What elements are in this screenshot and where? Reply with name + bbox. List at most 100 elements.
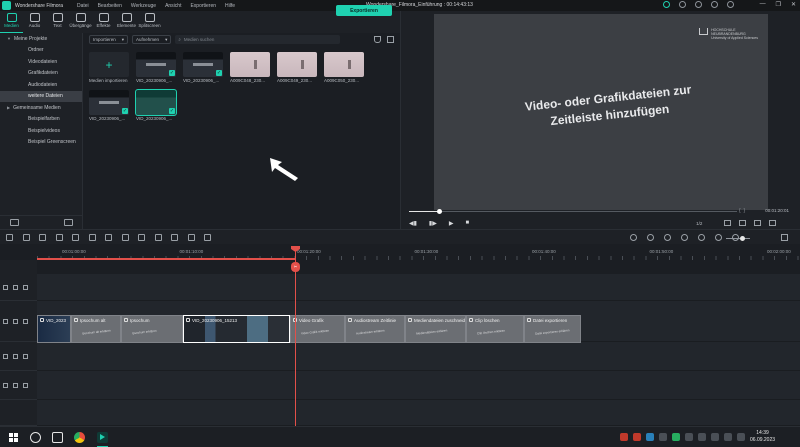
redo-icon[interactable] <box>22 233 30 241</box>
microphone-icon[interactable] <box>681 234 688 241</box>
tab-text[interactable]: Text <box>46 11 69 33</box>
chrome-icon[interactable] <box>74 432 85 443</box>
marker-icon[interactable] <box>647 234 654 241</box>
media-thumbnail[interactable]: ✓ VID_20230906_... <box>89 90 129 122</box>
snap-icon[interactable] <box>715 234 722 241</box>
account-icon[interactable] <box>727 1 734 8</box>
tray-app-icon[interactable] <box>620 433 628 441</box>
menu-item[interactable]: Datei <box>77 3 89 9</box>
caret-down-icon[interactable]: ▼ <box>7 36 11 41</box>
search-icon[interactable] <box>30 432 41 443</box>
record-dropdown[interactable]: Aufnehmen ▾ <box>132 35 172 44</box>
folder-icon[interactable] <box>64 219 73 226</box>
mark-in-out-icon[interactable]: { } <box>739 208 745 214</box>
media-thumbnail[interactable]: ✓ VID_20230906_... <box>135 89 177 122</box>
sidebar-item[interactable]: Ordner <box>0 45 82 57</box>
sidebar-item[interactable]: Beispiel Greenscreen <box>0 137 82 149</box>
menu-item[interactable]: Bearbeiten <box>98 3 122 9</box>
filmora-taskbar-icon[interactable] <box>97 432 108 443</box>
import-media-tile[interactable]: + Medien importieren <box>89 52 129 84</box>
monitor-icon[interactable] <box>724 220 732 226</box>
media-thumbnail[interactable]: A009C050_230... <box>324 52 364 84</box>
media-thumbnail[interactable]: ✓ VID_20230906_... <box>183 52 223 84</box>
timeline-clip[interactable]: Video Grafik Video Grafik erklären <box>290 315 345 343</box>
tray-app-icon[interactable] <box>633 433 641 441</box>
tools-icon[interactable] <box>204 233 211 241</box>
sidebar-item[interactable]: Beispielvideos <box>0 125 82 137</box>
timeline-zoom-slider[interactable] <box>726 236 750 241</box>
track-lane[interactable] <box>37 400 800 426</box>
menu-item[interactable]: Werkzeuge <box>131 3 156 9</box>
lock-icon[interactable] <box>13 318 18 324</box>
menu-item[interactable]: Ansicht <box>165 3 181 9</box>
caret-right-icon[interactable]: ▶ <box>7 105 10 110</box>
notification-icon[interactable] <box>695 1 702 8</box>
volume-icon[interactable] <box>754 220 762 226</box>
eye-icon[interactable] <box>23 284 28 290</box>
lock-icon[interactable] <box>13 382 18 388</box>
zoom-fit-icon[interactable] <box>154 233 162 241</box>
track-lane[interactable] <box>37 274 800 301</box>
tab-effekte[interactable]: Effekte <box>92 11 115 33</box>
headset-icon[interactable] <box>663 1 670 8</box>
timeline-clip[interactable]: Clip löschen Clip löschen erklären <box>466 315 524 343</box>
timeline-clip[interactable]: Datei exportieren Datei exportieren erklä… <box>524 315 581 343</box>
timeline-clip[interactable]: Mediendateien zuschneiden Mediendateien e… <box>405 315 466 343</box>
taskbar-clock[interactable]: 14:39 06.09.2023 <box>750 430 775 444</box>
filter-icon[interactable] <box>374 36 381 43</box>
track-lane[interactable] <box>37 371 800 400</box>
tab-übergänge[interactable]: Übergänge <box>69 11 92 33</box>
task-view-icon[interactable] <box>52 432 63 443</box>
video-track-icon[interactable] <box>3 318 8 324</box>
time-ruler[interactable]: 00:01:00:00 00:01:10:00 00:01:20:00 00:01:3… <box>0 244 800 260</box>
volume-icon[interactable] <box>724 433 732 441</box>
sidebar-item[interactable]: weitere Dateien <box>0 90 82 102</box>
cloud-upload-icon[interactable] <box>711 1 718 8</box>
stop-icon[interactable]: ■ <box>465 220 469 226</box>
timeline-layout-icon[interactable] <box>781 234 788 241</box>
audio-track-icon[interactable] <box>3 382 8 388</box>
timeline-clip[interactable]: Ipsochum alt Ipsochum alt erklären <box>71 315 121 343</box>
video-track-icon[interactable] <box>3 284 8 290</box>
sidebar-item[interactable]: ▶ Gemeinsame Medien <box>0 102 82 114</box>
speaker-icon[interactable] <box>23 353 28 359</box>
render-icon[interactable] <box>630 234 637 241</box>
speaker-icon[interactable] <box>23 382 28 388</box>
media-search-input[interactable]: ⌕ Medien suchen <box>175 35 341 44</box>
tray-app-icon[interactable] <box>685 433 693 441</box>
wifi-icon[interactable] <box>711 433 719 441</box>
preview-zoom-select[interactable]: 1/2 <box>696 221 702 226</box>
track-lane[interactable] <box>37 342 800 371</box>
sidebar-item[interactable]: Grafikdateien <box>0 68 82 80</box>
fullscreen-icon[interactable] <box>769 220 777 226</box>
step-back-icon[interactable]: ◀▮ <box>409 220 417 227</box>
playhead-scissors-icon[interactable]: ✂ <box>291 262 300 272</box>
frame-back-icon[interactable]: ▮▶ <box>429 220 437 227</box>
tray-app-icon[interactable] <box>646 433 654 441</box>
sidebar-item[interactable]: Audiodateien <box>0 79 82 91</box>
menu-item[interactable]: Exportieren <box>190 3 216 9</box>
windows-start-icon[interactable] <box>9 433 18 442</box>
tray-app-icon[interactable] <box>672 433 680 441</box>
tab-audio[interactable]: Audio <box>23 11 46 33</box>
undo-icon[interactable] <box>6 233 13 241</box>
menu-item[interactable]: Hilfe <box>225 3 235 9</box>
new-folder-icon[interactable] <box>10 219 19 226</box>
lightbulb-icon[interactable] <box>679 1 686 8</box>
stabilize-icon[interactable] <box>121 233 129 241</box>
mask-icon[interactable] <box>664 234 671 241</box>
snapshot-icon[interactable] <box>739 220 747 226</box>
playhead-line[interactable] <box>295 249 296 426</box>
timeline-clip[interactable]: VID_20230906_15213 <box>183 315 290 343</box>
lock-icon[interactable] <box>13 353 18 359</box>
lock-icon[interactable] <box>13 284 18 290</box>
play-icon[interactable]: ▶ <box>449 220 454 227</box>
tab-medien[interactable]: Medien <box>0 11 23 33</box>
minimize-icon[interactable]: — <box>760 1 766 8</box>
import-dropdown[interactable]: Importieren ▾ <box>89 35 129 44</box>
audio-track-icon[interactable] <box>3 353 8 359</box>
battery-icon[interactable] <box>737 433 745 441</box>
crop-icon[interactable] <box>72 233 79 241</box>
color-icon[interactable] <box>105 233 112 241</box>
tab-splitscreen[interactable]: Splitscreen <box>138 11 161 33</box>
